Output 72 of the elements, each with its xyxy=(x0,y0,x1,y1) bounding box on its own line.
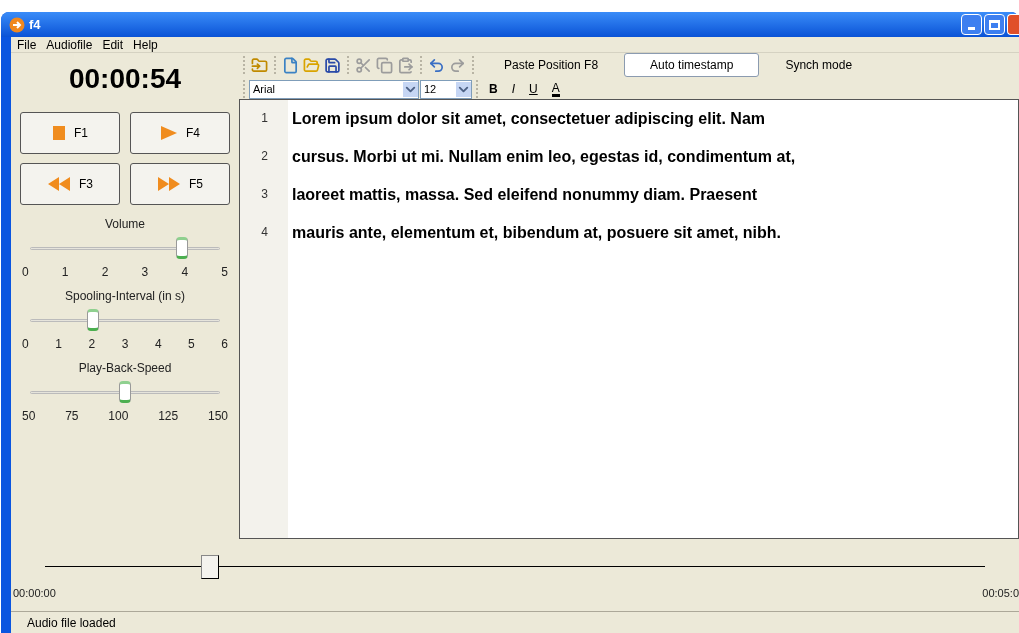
close-button[interactable] xyxy=(1007,14,1019,35)
tick-label: 5 xyxy=(188,336,195,353)
tick-label: 4 xyxy=(154,336,162,353)
slider-label: Volume xyxy=(105,216,145,233)
menu-item[interactable]: Audiofile xyxy=(46,35,93,54)
text-line: Lorem ipsum dolor sit amet, consectetuer adipiscing elit. Nam xyxy=(292,109,766,129)
text-line: cursus. Morbi ut mi. Nullam enim leo, egestas id, condimentum at, xyxy=(292,147,797,167)
tick-label: 3 xyxy=(121,336,129,353)
tick-label: 150 xyxy=(207,408,228,425)
line-number: 3 xyxy=(260,186,269,203)
position-slider[interactable] xyxy=(45,555,985,579)
tick-label: 75 xyxy=(65,408,79,425)
start-time: 00:00:00 xyxy=(13,586,56,601)
tick-label: 125 xyxy=(158,408,179,425)
tick-label: 1 xyxy=(55,336,62,353)
tick-label: 4 xyxy=(181,264,189,281)
slider-label: Play-Back-Speed xyxy=(78,360,172,377)
text-editor[interactable] xyxy=(239,99,1019,539)
stop-icon xyxy=(52,125,66,141)
tick-label: 2 xyxy=(101,264,109,281)
slider-track[interactable] xyxy=(30,309,220,331)
slider-track[interactable] xyxy=(30,237,220,259)
font-field[interactable]: Arial xyxy=(249,79,419,99)
menu-item[interactable]: Edit xyxy=(102,35,124,54)
mode-button[interactable]: Auto timestamp xyxy=(624,53,760,77)
size-field[interactable]: 12 xyxy=(420,79,472,99)
format-button[interactable]: A xyxy=(551,81,560,97)
line-number: 4 xyxy=(260,224,269,241)
transport-button[interactable]: F5 xyxy=(130,163,230,205)
tick-label: 6 xyxy=(221,336,228,353)
slider-track[interactable] xyxy=(30,381,220,403)
slider-label: Spooling-Interval (in s) xyxy=(64,288,186,305)
tick-label: 1 xyxy=(61,264,69,281)
time-display: 00:00:54 xyxy=(68,65,182,93)
import-icon[interactable] xyxy=(251,56,268,74)
menu-item[interactable]: File xyxy=(17,35,37,54)
format-button[interactable]: I xyxy=(511,80,515,98)
mode-button[interactable]: Paste Position F8 xyxy=(478,53,625,77)
text-line: mauris ante, elementum et, bibendum at, posuere sit amet, nibh. xyxy=(292,223,782,243)
save-icon[interactable] xyxy=(324,56,341,74)
transport-button[interactable]: F1 xyxy=(20,112,120,154)
rewind-icon xyxy=(47,176,71,192)
app-logo-icon xyxy=(9,16,25,33)
new-file-icon[interactable] xyxy=(282,56,299,74)
tick-label: 3 xyxy=(141,264,149,281)
fast-forward-icon xyxy=(157,176,181,192)
tick-label: 0 xyxy=(22,336,29,353)
tick-label: 0 xyxy=(22,264,29,281)
maximize-button[interactable] xyxy=(984,14,1005,35)
mode-button[interactable]: Synch mode xyxy=(759,53,879,77)
position-thumb[interactable] xyxy=(200,555,219,579)
end-time: 00:05:0 xyxy=(982,586,1019,601)
format-button[interactable]: B xyxy=(489,80,498,98)
slider-thumb[interactable] xyxy=(87,309,100,331)
undo-icon[interactable] xyxy=(428,56,445,74)
minimize-button[interactable] xyxy=(961,14,982,35)
play-icon xyxy=(160,125,178,141)
tick-label: 5 xyxy=(221,264,228,281)
text-line: laoreet mattis, massa. Sed eleifend nonummy diam. Praesent xyxy=(292,185,759,205)
line-number: 1 xyxy=(260,110,269,127)
transport-button[interactable]: F3 xyxy=(20,163,120,205)
tick-label: 2 xyxy=(88,336,96,353)
line-number: 2 xyxy=(260,148,269,165)
slider-thumb[interactable] xyxy=(176,237,188,259)
menu-item[interactable]: Help xyxy=(133,35,158,54)
tick-label: 50 xyxy=(22,408,36,425)
format-button[interactable]: U xyxy=(529,80,538,98)
window-title: f4 xyxy=(29,15,41,34)
tick-label: 100 xyxy=(108,408,129,425)
status-text: Audio file loaded xyxy=(27,614,116,632)
transport-button[interactable]: F4 xyxy=(130,112,230,154)
slider-thumb[interactable] xyxy=(119,381,131,403)
